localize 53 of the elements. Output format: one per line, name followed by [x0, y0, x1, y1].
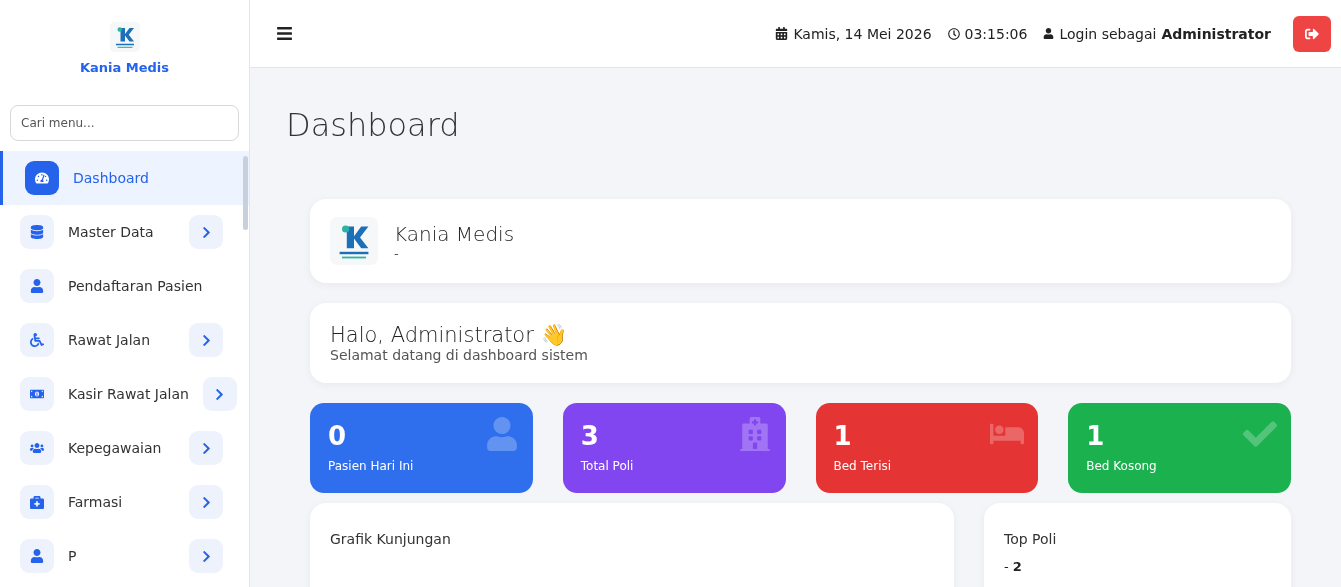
card-title: Grafik Kunjungan — [330, 531, 452, 547]
date-text: Kamis, 14 Mei 2026 — [775, 25, 932, 42]
clock-icon — [947, 27, 960, 40]
card-title: Top Poli — [1004, 531, 1058, 547]
logout-button[interactable] — [1293, 15, 1331, 52]
clinic-name: Kania Medis — [394, 221, 515, 246]
stat-value: 0 — [328, 421, 347, 451]
greeting-title: Halo, Administrator 👋 — [330, 323, 568, 347]
clinic-subtitle: - — [394, 245, 400, 261]
sidebar-item[interactable]: Master Data — [0, 205, 249, 259]
menu-icon — [20, 377, 54, 411]
logout-icon — [1305, 26, 1319, 41]
expand-button[interactable] — [189, 485, 223, 519]
stat-value: 1 — [833, 421, 852, 451]
expand-button[interactable] — [202, 377, 237, 411]
stat-icon — [484, 417, 519, 451]
clinic-logo — [330, 217, 378, 265]
menu-icon — [20, 431, 54, 465]
sidebar-item[interactable]: Kepegawaian — [0, 421, 249, 475]
clinic-logo — [109, 22, 140, 52]
brand-name: Kania Medis — [79, 60, 170, 75]
menu-icon — [20, 539, 54, 573]
expand-button[interactable] — [189, 539, 223, 573]
sidebar-item[interactable]: Dashboard — [0, 151, 249, 205]
expand-button[interactable] — [189, 215, 223, 249]
menu-icon — [20, 485, 54, 519]
time-text: 03:15:06 — [947, 25, 1028, 42]
expand-button[interactable] — [189, 431, 223, 465]
stat-label: Pasien Hari Ini — [328, 459, 415, 473]
stat-icon — [737, 417, 772, 451]
expand-button[interactable] — [189, 323, 223, 357]
sidebar-item[interactable]: Rawat Jalan — [0, 313, 249, 367]
stat-label: Total Poli — [580, 459, 635, 473]
stat-label: Bed Kosong — [1086, 459, 1158, 473]
top-poli-entry: - 2 — [1004, 559, 1023, 574]
menu-icon — [20, 269, 54, 303]
greeting-subtitle: Selamat datang di dashboard sistem — [330, 347, 589, 363]
sidebar-item[interactable]: Kasir Rawat Jalan — [0, 367, 249, 421]
user-icon — [1043, 28, 1055, 39]
sidebar-item[interactable]: Pendaftaran Pasien — [0, 259, 249, 313]
sidebar-item[interactable]: Farmasi — [0, 475, 249, 529]
stat-value: 1 — [1086, 421, 1105, 451]
stat-value: 3 — [580, 421, 599, 451]
login-text: Login sebagai Administrator — [1043, 25, 1271, 42]
calendar-icon — [775, 27, 789, 40]
page-title: Dashboard — [286, 106, 461, 144]
menu-icon — [20, 215, 54, 249]
menu-icon[interactable] — [276, 25, 293, 42]
menu-search-field[interactable]: Cari menu... — [10, 105, 239, 141]
stat-label: Bed Terisi — [833, 459, 893, 473]
sidebar-item[interactable]: P — [0, 529, 249, 583]
menu-icon — [20, 323, 54, 357]
menu-icon — [25, 161, 59, 195]
